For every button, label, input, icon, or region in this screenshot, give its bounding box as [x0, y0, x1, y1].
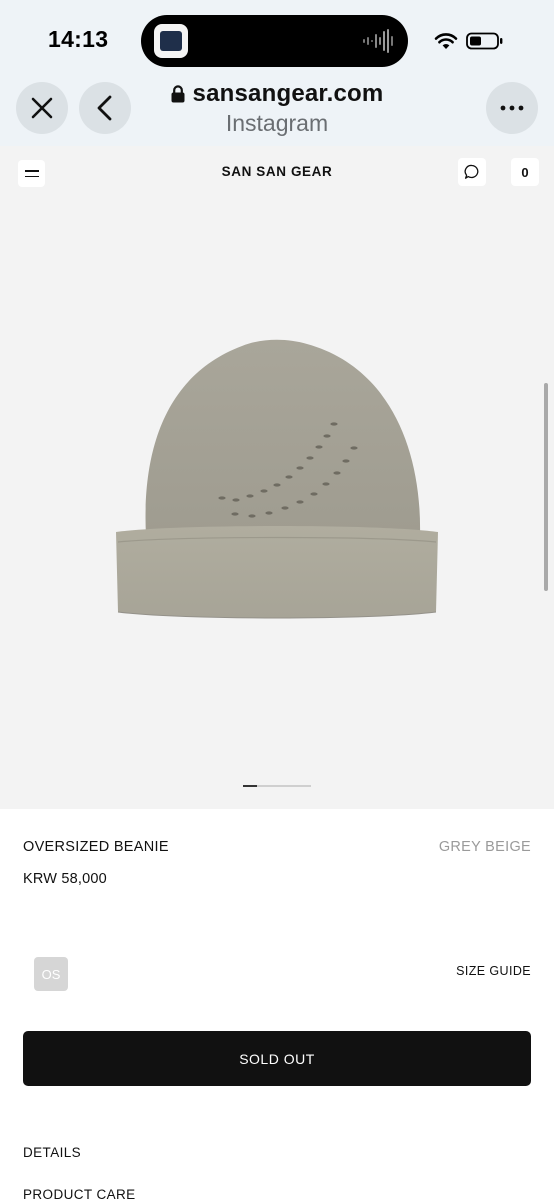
- product-name: OVERSIZED BEANIE: [23, 839, 169, 855]
- wifi-icon: [434, 33, 458, 49]
- back-button[interactable]: [79, 82, 131, 134]
- status-time: 14:13: [48, 26, 109, 52]
- dynamic-island[interactable]: [141, 15, 408, 67]
- browser-bar: sansangear.com Instagram: [0, 80, 554, 146]
- url-text: sansangear.com: [192, 80, 384, 107]
- back-chevron-icon: [97, 95, 112, 121]
- product-care-section-toggle[interactable]: PRODUCT CARE: [23, 1187, 136, 1200]
- island-app-icon: [154, 24, 188, 58]
- chat-button[interactable]: [458, 158, 486, 186]
- battery-icon: [466, 32, 503, 50]
- page-scrollbar[interactable]: [544, 383, 548, 591]
- product-color: GREY BEIGE: [438, 839, 531, 855]
- size-option-os[interactable]: OS: [34, 957, 68, 991]
- site-header: SAN SAN GEAR 0: [0, 146, 554, 200]
- product-image[interactable]: [112, 336, 442, 620]
- address-bar[interactable]: sansangear.com Instagram: [150, 80, 404, 137]
- gallery-pagination[interactable]: [243, 785, 311, 787]
- source-label: Instagram: [225, 110, 329, 136]
- sold-out-button[interactable]: SOLD OUT: [23, 1031, 531, 1086]
- product-price: KRW 58,000: [23, 871, 107, 887]
- more-icon: [500, 105, 524, 111]
- close-button[interactable]: [16, 82, 68, 134]
- product-gallery[interactable]: [0, 200, 554, 809]
- audio-wave-icon: [363, 29, 393, 53]
- close-icon: [31, 97, 53, 119]
- cart-count-button[interactable]: 0: [511, 158, 539, 186]
- size-guide-link[interactable]: SIZE GUIDE: [456, 964, 531, 978]
- status-bar: 14:13: [0, 0, 554, 80]
- chat-bubble-icon: [464, 164, 479, 179]
- lock-icon: [171, 85, 185, 103]
- details-section-toggle[interactable]: DETAILS: [23, 1145, 81, 1160]
- more-button[interactable]: [486, 82, 538, 134]
- gallery-pagination-active: [243, 785, 257, 787]
